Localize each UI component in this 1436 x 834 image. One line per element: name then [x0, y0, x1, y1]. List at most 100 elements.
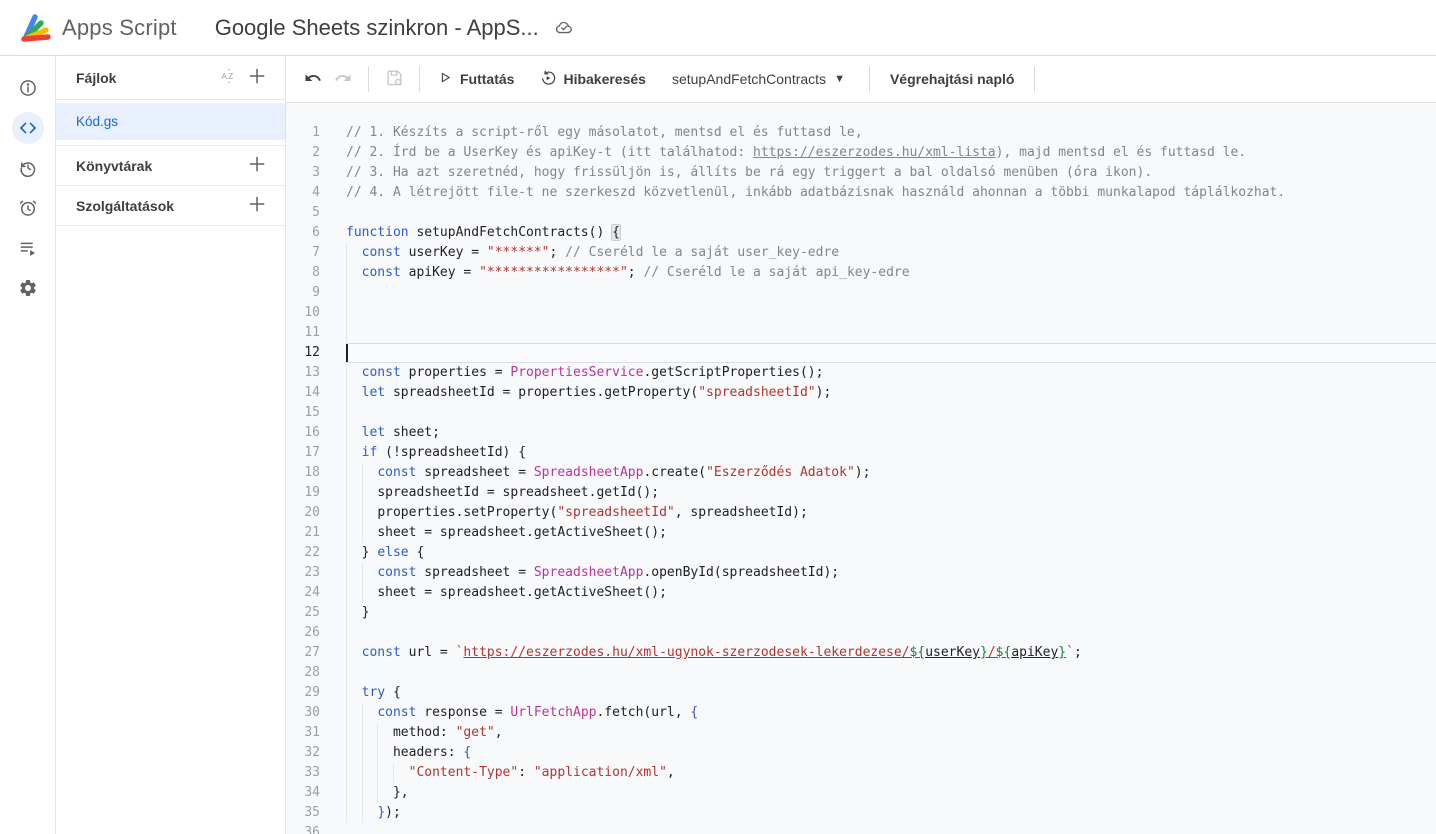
- line-number[interactable]: 3: [286, 163, 346, 183]
- line-number[interactable]: 19: [286, 483, 346, 503]
- code-icon: [12, 112, 44, 144]
- sort-files-button[interactable]: A Z: [215, 64, 243, 92]
- line-number[interactable]: 35: [286, 803, 346, 823]
- line-number[interactable]: 25: [286, 603, 346, 623]
- code-line[interactable]: function setupAndFetchContracts() {: [346, 223, 1436, 243]
- code-line[interactable]: // 4. A létrejött file-t ne szerkeszd kö…: [346, 183, 1436, 203]
- nav-settings-button[interactable]: [8, 268, 48, 308]
- code-line[interactable]: [346, 283, 1436, 303]
- code-line[interactable]: [346, 403, 1436, 423]
- line-number[interactable]: 30: [286, 703, 346, 723]
- project-title[interactable]: Google Sheets szinkron - AppS...: [215, 15, 539, 41]
- code-content[interactable]: // 1. Készíts a script-ről egy másolatot…: [346, 123, 1436, 834]
- line-number[interactable]: 21: [286, 523, 346, 543]
- code-token: "Content-Type": [409, 765, 519, 780]
- line-number[interactable]: 12: [286, 343, 346, 363]
- code-line[interactable]: } else {: [346, 543, 1436, 563]
- line-number[interactable]: 29: [286, 683, 346, 703]
- line-number[interactable]: 9: [286, 283, 346, 303]
- code-editor[interactable]: 1234567891011121314151617181920212223242…: [286, 103, 1436, 834]
- code-line[interactable]: [346, 203, 1436, 223]
- add-file-button[interactable]: [243, 64, 271, 92]
- code-line[interactable]: sheet = spreadsheet.getActiveSheet();: [346, 583, 1436, 603]
- indent-guide: [346, 623, 362, 643]
- add-library-button[interactable]: [243, 152, 271, 180]
- code-line[interactable]: [346, 623, 1436, 643]
- line-number[interactable]: 8: [286, 263, 346, 283]
- nav-project-history-button[interactable]: [8, 148, 48, 188]
- code-line[interactable]: // 3. Ha azt szeretnéd, hogy frissüljön …: [346, 163, 1436, 183]
- code-line[interactable]: [346, 323, 1436, 343]
- apps-script-logo[interactable]: Apps Script: [0, 13, 177, 43]
- line-number[interactable]: 33: [286, 763, 346, 783]
- code-line[interactable]: const spreadsheet = SpreadsheetApp.openB…: [346, 563, 1436, 583]
- code-line[interactable]: [346, 663, 1436, 683]
- code-line[interactable]: let spreadsheetId = properties.getProper…: [346, 383, 1436, 403]
- code-line[interactable]: const spreadsheet = SpreadsheetApp.creat…: [346, 463, 1436, 483]
- run-button[interactable]: Futtatás: [430, 64, 522, 94]
- code-line[interactable]: properties.setProperty("spreadsheetId", …: [346, 503, 1436, 523]
- function-selector[interactable]: setupAndFetchContracts ▼: [662, 65, 855, 93]
- code-line[interactable]: sheet = spreadsheet.getActiveSheet();: [346, 523, 1436, 543]
- code-line[interactable]: const userKey = "******"; // Cseréld le …: [346, 243, 1436, 263]
- code-line[interactable]: });: [346, 803, 1436, 823]
- code-line[interactable]: if (!spreadsheetId) {: [346, 443, 1436, 463]
- line-number[interactable]: 34: [286, 783, 346, 803]
- line-number[interactable]: 31: [286, 723, 346, 743]
- code-line[interactable]: }: [346, 603, 1436, 623]
- code-line[interactable]: const properties = PropertiesService.get…: [346, 363, 1436, 383]
- code-line[interactable]: headers: {: [346, 743, 1436, 763]
- line-number[interactable]: 11: [286, 323, 346, 343]
- line-number[interactable]: 36: [286, 823, 346, 834]
- line-number[interactable]: 28: [286, 663, 346, 683]
- nav-triggers-button[interactable]: [8, 188, 48, 228]
- line-number[interactable]: 16: [286, 423, 346, 443]
- nav-executions-button[interactable]: [8, 228, 48, 268]
- nav-editor-button[interactable]: [8, 108, 48, 148]
- line-number[interactable]: 18: [286, 463, 346, 483]
- code-line[interactable]: },: [346, 783, 1436, 803]
- save-project-button[interactable]: [379, 64, 409, 94]
- line-number[interactable]: 14: [286, 383, 346, 403]
- code-line[interactable]: const response = UrlFetchApp.fetch(url, …: [346, 703, 1436, 723]
- line-number[interactable]: 23: [286, 563, 346, 583]
- code-line[interactable]: const apiKey = "*****************"; // C…: [346, 263, 1436, 283]
- line-number[interactable]: 4: [286, 183, 346, 203]
- line-number[interactable]: 5: [286, 203, 346, 223]
- line-number[interactable]: 32: [286, 743, 346, 763]
- line-number[interactable]: 6: [286, 223, 346, 243]
- add-service-button[interactable]: [243, 192, 271, 220]
- debug-button[interactable]: Hibakeresés: [532, 64, 654, 95]
- line-number[interactable]: 20: [286, 503, 346, 523]
- code-line[interactable]: [346, 343, 1436, 363]
- code-line[interactable]: // 2. Írd be a UserKey és apiKey-t (itt …: [346, 143, 1436, 163]
- nav-overview-button[interactable]: [8, 68, 48, 108]
- line-number[interactable]: 26: [286, 623, 346, 643]
- code-line[interactable]: [346, 303, 1436, 323]
- code-line[interactable]: spreadsheetId = spreadsheet.getId();: [346, 483, 1436, 503]
- line-number[interactable]: 10: [286, 303, 346, 323]
- debug-label: Hibakeresés: [563, 71, 646, 87]
- line-number[interactable]: 27: [286, 643, 346, 663]
- line-number[interactable]: 17: [286, 443, 346, 463]
- execution-log-button[interactable]: Végrehajtási napló: [880, 65, 1024, 93]
- code-line[interactable]: // 1. Készíts a script-ről egy másolatot…: [346, 123, 1436, 143]
- code-line[interactable]: method: "get",: [346, 723, 1436, 743]
- line-number[interactable]: 22: [286, 543, 346, 563]
- line-number[interactable]: 24: [286, 583, 346, 603]
- line-number[interactable]: 1: [286, 123, 346, 143]
- undo-button[interactable]: [298, 64, 328, 94]
- code-line[interactable]: try {: [346, 683, 1436, 703]
- line-number[interactable]: 15: [286, 403, 346, 423]
- save-status-cloud-check-icon: [555, 18, 574, 37]
- code-line[interactable]: const url = `https://eszerzodes.hu/xml-u…: [346, 643, 1436, 663]
- code-line[interactable]: [346, 823, 1436, 834]
- line-number[interactable]: 13: [286, 363, 346, 383]
- line-number[interactable]: 7: [286, 243, 346, 263]
- code-token: "spreadsheetId": [698, 385, 815, 400]
- code-line[interactable]: let sheet;: [346, 423, 1436, 443]
- redo-button[interactable]: [328, 64, 358, 94]
- code-line[interactable]: "Content-Type": "application/xml",: [346, 763, 1436, 783]
- line-number[interactable]: 2: [286, 143, 346, 163]
- file-item-kod-gs[interactable]: Kód.gs: [56, 103, 285, 140]
